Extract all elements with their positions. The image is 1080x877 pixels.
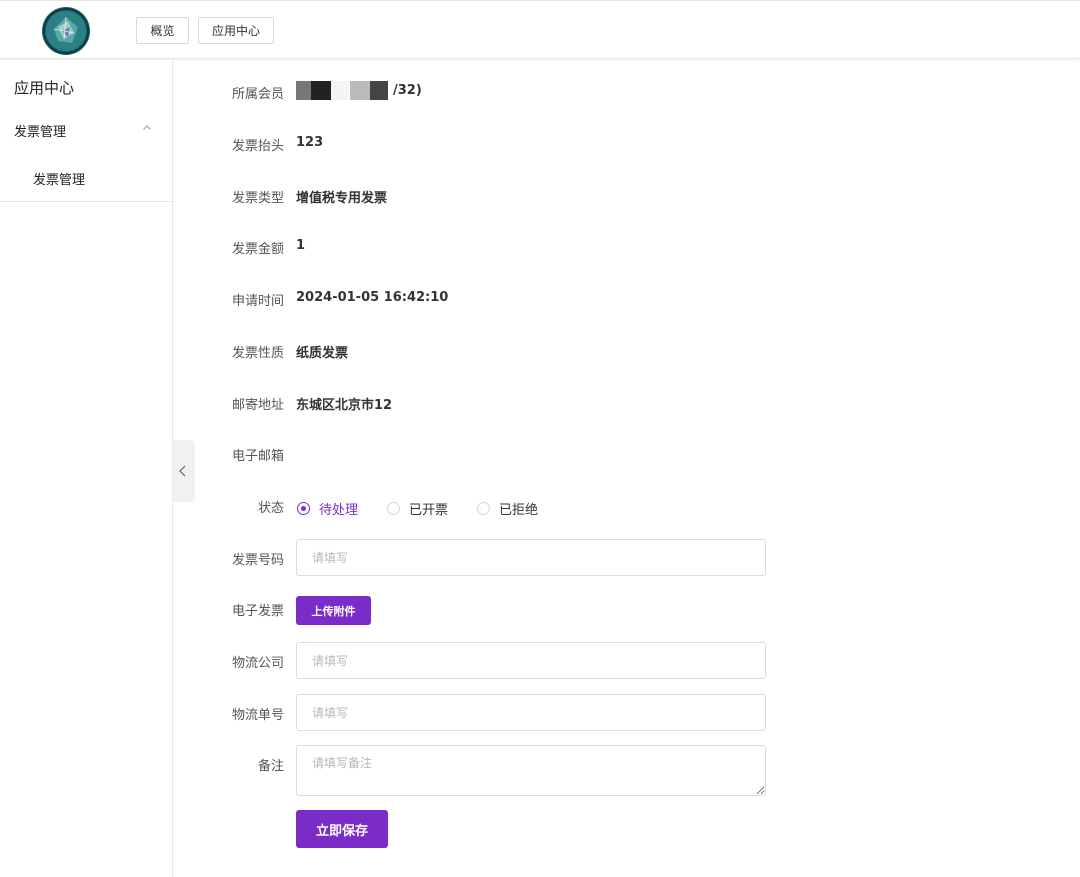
nav-overview-button[interactable]: 概览 [136,17,189,44]
row-invoice-type: 发票类型 增值税专用发票 [0,187,1080,207]
radio-unchecked-icon [387,502,400,515]
status-radio-label: 待处理 [319,503,359,518]
row-mail-address: 邮寄地址 东城区北京市12 [0,394,1080,414]
radio-unchecked-icon [477,502,490,515]
row-member: 所属会员 [0,83,1080,103]
nav-app-center-button[interactable]: 应用中心 [198,17,274,44]
row-email: 电子邮箱 [0,445,1080,465]
redacted-block [370,81,388,100]
top-bar: 概览 应用中心 [0,0,1080,59]
redacted-block [311,81,331,100]
apply-time-label: 申请时间 [231,294,284,309]
invoice-type-value: 增值税专用发票 [296,191,388,206]
chevron-left-icon [179,465,186,477]
logistics-company-label: 物流公司 [231,656,284,671]
status-radio-label: 已拒绝 [499,503,539,518]
email-label: 电子邮箱 [231,449,284,464]
member-value-suffix: /32) [393,83,422,98]
logistics-company-input[interactable] [296,642,766,679]
invoice-no-input[interactable] [296,539,766,576]
tracking-no-label: 物流单号 [231,708,284,723]
redacted-block [331,81,349,100]
redacted-block [296,81,311,100]
chevron-up-icon [143,125,151,130]
invoice-title-value: 123 [296,135,324,150]
tracking-no-input[interactable] [296,694,766,731]
invoice-title-label: 发票抬头 [231,139,284,154]
remark-textarea[interactable] [296,745,766,796]
apply-time-value: 2024-01-05 16:42:10 [296,290,449,305]
invoice-no-label: 发票号码 [231,553,284,568]
save-button[interactable]: 立即保存 [296,810,388,848]
mail-address-value: 东城区北京市12 [296,398,393,413]
status-radio-label: 已开票 [409,503,449,518]
invoice-nature-label: 发票性质 [231,346,284,361]
status-radio-invoiced[interactable]: 已开票 [387,499,448,518]
invoice-nature-value: 纸质发票 [296,346,349,361]
sidebar-item-label: 发票管理 [33,173,86,188]
status-label: 状态 [257,501,284,516]
invoice-amount-label: 发票金额 [231,242,284,257]
e-invoice-label: 电子发票 [231,604,284,619]
row-invoice-amount: 发票金额 1 [0,238,1080,258]
member-label: 所属会员 [231,87,284,102]
row-status: 状态 [0,497,1080,517]
row-invoice-title: 发票抬头 123 [0,135,1080,155]
row-invoice-nature: 发票性质 纸质发票 [0,342,1080,362]
redacted-block [350,81,370,100]
row-apply-time: 申请时间 2024-01-05 16:42:10 [0,290,1080,310]
invoice-amount-value: 1 [296,238,306,253]
upload-attachment-button[interactable]: 上传附件 [296,596,371,625]
logo-icon[interactable] [42,7,90,55]
status-radio-pending[interactable]: 待处理 [297,499,358,518]
mail-address-label: 邮寄地址 [231,398,284,413]
radio-checked-icon [297,502,310,515]
status-radio-rejected[interactable]: 已拒绝 [477,499,538,518]
remark-label: 备注 [257,759,284,774]
invoice-type-label: 发票类型 [231,191,284,206]
row-e-invoice: 电子发票 [0,600,1080,620]
